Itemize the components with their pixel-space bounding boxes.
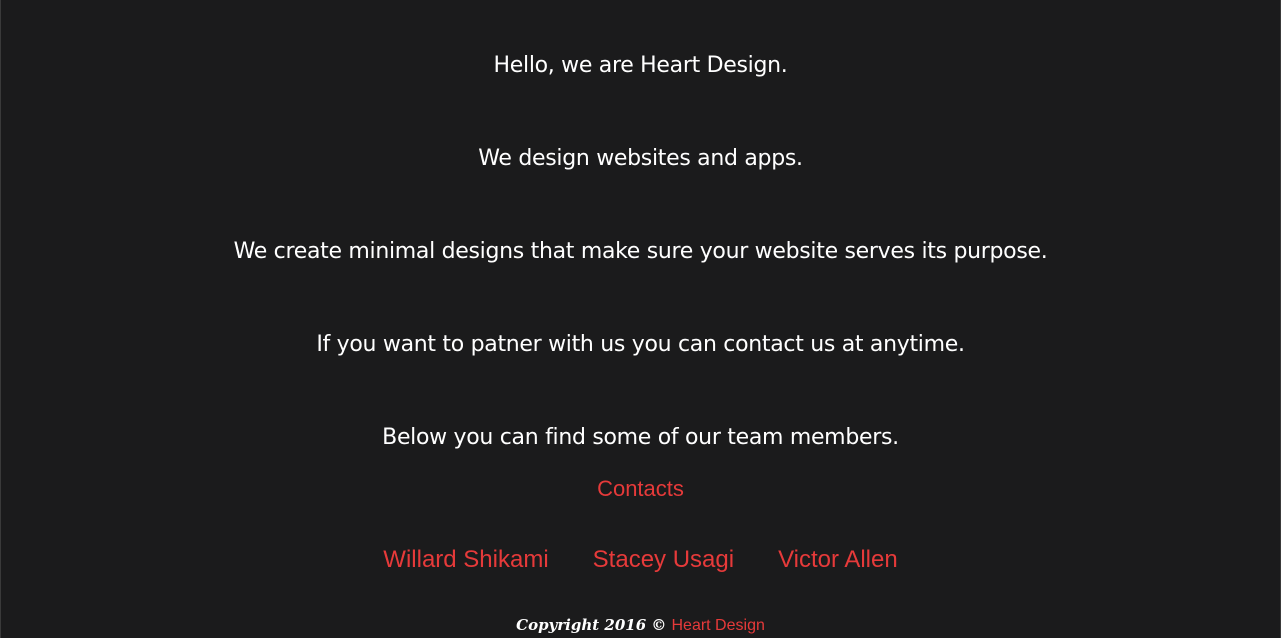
team-member-item: Victor Allen xyxy=(778,545,898,575)
team-member-link-stacey-usagi[interactable]: Stacey Usagi xyxy=(593,546,734,573)
intro-philosophy: We create minimal designs that make sure… xyxy=(233,239,1048,264)
team-member-link-willard-shikami[interactable]: Willard Shikami xyxy=(383,546,548,573)
team-member-link-victor-allen[interactable]: Victor Allen xyxy=(778,546,898,573)
intro-team-note: Below you can find some of our team memb… xyxy=(382,425,899,450)
intro-contact-note: If you want to patner with us you can co… xyxy=(316,332,965,357)
team-member-item: Stacey Usagi xyxy=(593,545,734,575)
team-member-item: Willard Shikami xyxy=(383,545,548,575)
intro-greeting: Hello, we are Heart Design. xyxy=(493,53,788,78)
intro-services: We design websites and apps. xyxy=(478,146,803,171)
footer: Copyright 2016 © Heart Design xyxy=(1,614,1280,637)
contacts-heading: Contacts xyxy=(597,476,684,501)
copyright-text: Copyright 2016 © xyxy=(516,616,667,634)
team-member-list: Willard Shikami Stacey Usagi Victor Alle… xyxy=(1,545,1280,575)
footer-brand-link[interactable]: Heart Design xyxy=(671,617,764,634)
